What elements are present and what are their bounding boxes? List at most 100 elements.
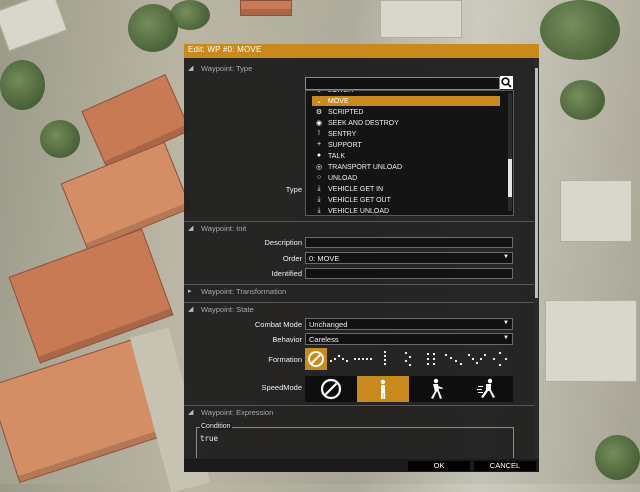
exclamation-icon: ! <box>318 130 320 137</box>
staggered-column-formation-icon <box>404 351 412 367</box>
chevron-down-icon: ▼ <box>503 254 509 260</box>
speed-normal-button[interactable] <box>409 376 461 402</box>
section-title: Waypoint: Init <box>201 224 247 233</box>
type-list-scroll-thumb[interactable] <box>508 159 512 197</box>
type-list-item-label: UNLOAD <box>328 174 358 182</box>
echelon-formation-icon <box>444 353 463 366</box>
eye-icon: ◉ <box>315 120 323 127</box>
walking-soldier-icon <box>380 379 386 399</box>
formation-line-button[interactable] <box>351 348 373 370</box>
vee-formation-icon <box>467 353 487 365</box>
type-search-input[interactable] <box>305 77 500 90</box>
type-list-item-label: VEHICLE UNLOAD <box>328 207 390 215</box>
speed-mode-label: SpeedMode <box>261 383 302 392</box>
type-list[interactable]: ↻ LOITER ⌄ MOVE ⚙ SCRIPTED ◉ SEEK AND DESTROY! S… <box>305 90 514 216</box>
formation-file-button[interactable] <box>420 348 442 370</box>
combat-mode-dropdown[interactable]: Unchanged ▼ <box>305 318 513 330</box>
sprinting-soldier-icon <box>477 378 495 398</box>
type-list-item[interactable]: ○ UNLOAD <box>312 173 500 183</box>
formation-column-button[interactable] <box>374 348 396 370</box>
section-title: Waypoint: Transformation <box>201 287 287 296</box>
dialog-scrollbar[interactable] <box>534 58 539 459</box>
download-icon: ⤓ <box>317 207 321 214</box>
type-list-item-label: SUPPORT <box>328 141 362 149</box>
type-list-item[interactable]: ⤓ VEHICLE GET IN <box>312 184 500 194</box>
order-value: 0: MOVE <box>309 254 340 263</box>
order-label: Order <box>282 254 302 263</box>
behavior-dropdown[interactable]: Careless ▼ <box>305 333 513 345</box>
type-list-item[interactable]: ◎ TRANSPORT UNLOAD <box>312 162 500 172</box>
type-list-item[interactable]: ● TALK <box>312 151 500 161</box>
identified-field[interactable] <box>305 268 513 279</box>
cancel-button[interactable]: CANCEL <box>474 461 536 471</box>
type-list-item[interactable]: ⤓ VEHICLE UNLOAD <box>312 206 500 215</box>
speed-unchanged-button[interactable] <box>305 376 357 402</box>
type-list-item-label: SENTRY <box>328 130 357 138</box>
formation-selector <box>305 348 513 370</box>
section-header-type[interactable]: ◢ Waypoint: Type <box>184 62 534 75</box>
type-list-item[interactable]: ◉ SEEK AND DESTROY <box>312 118 500 128</box>
type-list-item-label: VEHICLE GET OUT <box>328 196 391 204</box>
section-header-state[interactable]: ◢ Waypoint: State <box>184 302 534 316</box>
type-list-item[interactable]: ⌄ MOVE <box>312 96 500 106</box>
chevron-down-icon: ▼ <box>503 335 509 341</box>
wedge-formation-icon <box>329 354 349 363</box>
type-list-item[interactable]: + SUPPORT <box>312 140 500 150</box>
speech-bubble-icon: ● <box>316 152 322 159</box>
type-list-item-label: LOITER <box>328 90 354 94</box>
type-label: Type <box>285 185 302 194</box>
ok-button[interactable]: OK <box>408 461 470 471</box>
download-icon: ⤓ <box>317 196 321 203</box>
section-header-expression[interactable]: ◢ Waypoint: Expression <box>184 405 534 419</box>
behavior-label: Behavior <box>272 335 302 344</box>
description-label: Description <box>264 238 302 247</box>
behavior-value: Careless <box>309 335 339 344</box>
expand-arrow-icon: ▸ <box>188 288 192 295</box>
type-list-item-label: VEHICLE GET IN <box>328 185 384 193</box>
order-dropdown[interactable]: 0: MOVE ▼ <box>305 252 513 264</box>
section-title: Waypoint: State <box>201 305 254 314</box>
section-header-transformation[interactable]: ▸ Waypoint: Transformation <box>184 284 534 298</box>
collapse-arrow-icon: ◢ <box>188 225 194 232</box>
dialog-title-bar[interactable]: Edit: WP #0: MOVE <box>184 44 539 58</box>
formation-diamond-button[interactable] <box>489 348 511 370</box>
circle-icon: ○ <box>316 174 322 181</box>
combat-mode-value: Unchanged <box>309 320 348 329</box>
section-title: Waypoint: Expression <box>201 408 274 417</box>
no-speed-icon <box>320 378 342 400</box>
type-list-item[interactable]: ↻ LOITER <box>312 90 500 95</box>
formation-vee-button[interactable] <box>466 348 488 370</box>
identified-label: Identified <box>271 269 302 278</box>
loiter-icon: ↻ <box>316 90 322 94</box>
type-list-item[interactable]: ⤓ VEHICLE GET OUT <box>312 195 500 205</box>
condition-text[interactable]: true <box>200 434 218 443</box>
type-list-item[interactable]: ! SENTRY <box>312 129 500 139</box>
type-list-scrollbar[interactable] <box>508 93 512 211</box>
section-header-init[interactable]: ◢ Waypoint: Init <box>184 221 534 235</box>
type-list-item-label: SEEK AND DESTROY <box>328 119 399 127</box>
speed-full-button[interactable] <box>461 376 513 402</box>
type-list-item-label: MOVE <box>328 97 349 105</box>
running-soldier-icon <box>431 378 443 399</box>
chevron-down-icon: ⌄ <box>316 98 322 105</box>
no-formation-icon <box>308 351 324 367</box>
search-button[interactable] <box>500 76 513 89</box>
description-field[interactable] <box>305 237 513 248</box>
download-icon: ⤓ <box>317 185 321 192</box>
formation-echelon-button[interactable] <box>443 348 465 370</box>
formation-none-button[interactable] <box>305 348 327 370</box>
formation-staggered-column-button[interactable] <box>397 348 419 370</box>
plus-icon: + <box>316 141 322 148</box>
type-list-item[interactable]: ⚙ SCRIPTED <box>312 107 500 117</box>
condition-editor[interactable] <box>196 427 514 458</box>
gear-icon: ⚙ <box>315 109 323 116</box>
unload-icon: ◎ <box>315 164 323 171</box>
collapse-arrow-icon: ◢ <box>188 306 194 313</box>
diamond-formation-icon <box>492 351 508 367</box>
combat-mode-label: Combat Mode <box>254 320 302 329</box>
formation-wedge-button[interactable] <box>328 348 350 370</box>
attributes-scroll-area: ◢ Waypoint: Type Type ↻ LOITER ⌄ MOVE ⚙ SCRIP… <box>184 58 534 459</box>
speed-limited-button[interactable] <box>357 376 409 402</box>
condition-label: Condition <box>200 423 232 430</box>
dialog-scroll-thumb[interactable] <box>535 68 538 298</box>
